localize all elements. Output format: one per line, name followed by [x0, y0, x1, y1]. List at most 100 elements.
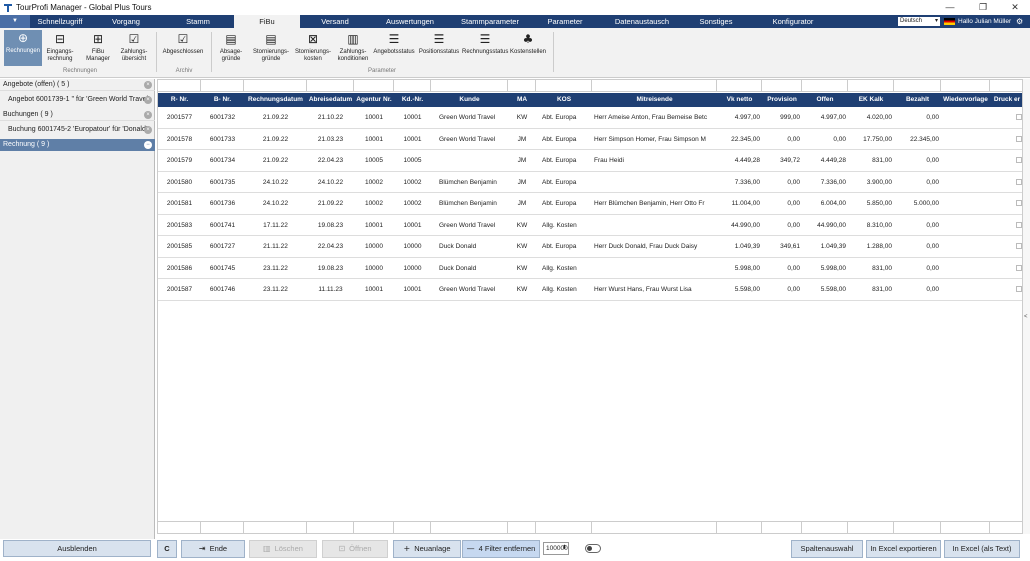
filter-cell[interactable] [592, 80, 717, 92]
menu-auswertungen[interactable]: Auswertungen [370, 15, 450, 28]
filter-cell[interactable] [431, 521, 508, 533]
column-header-ek-kalk[interactable]: EK Kalk [848, 93, 894, 107]
print-checkbox[interactable] [1016, 286, 1022, 293]
menu-parameter[interactable]: Parameter [530, 15, 600, 28]
tree-header[interactable]: Angebote (offen) ( 5 ) × [0, 79, 155, 91]
filter-cell[interactable] [307, 80, 354, 92]
column-header-vk-netto[interactable]: Vk netto [717, 93, 762, 107]
table-row[interactable]: 2001586 6001745 23.11.22 19.08.23 10000 10000… [158, 258, 1022, 279]
ribbon-stornierungs-gründe-button[interactable]: ▤ Stornierungs- gründe [250, 31, 292, 71]
menu-fibu[interactable]: FiBu [234, 15, 300, 28]
filter-cell[interactable] [717, 80, 762, 92]
column-header-provision[interactable]: Provision [762, 93, 802, 107]
ribbon-abgeschlossen-button[interactable]: ☑ Abgeschlossen [160, 31, 206, 71]
close-button[interactable]: ✕ [1000, 0, 1030, 15]
filter-cell[interactable] [762, 80, 802, 92]
column-select-button[interactable]: Spaltenauswahl [791, 540, 863, 558]
filter-cell[interactable] [244, 521, 307, 533]
filter-cell[interactable] [990, 80, 1022, 92]
print-checkbox[interactable] [1016, 264, 1022, 271]
ribbon-fibumanager-button[interactable]: ⊞ FiBu Manager [80, 31, 116, 71]
column-header-wiedervorlage[interactable]: Wiedervorlage [941, 93, 990, 107]
excel-text-button[interactable]: In Excel (als Text) [944, 540, 1020, 558]
column-header-offen[interactable]: Offen [802, 93, 848, 107]
filter-cell[interactable] [592, 521, 717, 533]
excel-export-button[interactable]: In Excel exportieren [866, 540, 941, 558]
restore-button[interactable]: ❐ [968, 0, 998, 15]
filter-cell[interactable] [508, 80, 536, 92]
end-button[interactable]: ⇥ Ende [181, 540, 245, 558]
filter-cell[interactable] [536, 521, 592, 533]
open-button[interactable]: ⊡ Öffnen [322, 540, 388, 558]
table-row[interactable]: 2001583 6001741 17.11.22 19.08.23 10001 10001… [158, 215, 1022, 236]
menu-schnellzugriff[interactable]: Schnellzugriff [30, 15, 90, 28]
print-checkbox[interactable] [1016, 221, 1022, 228]
menu-konfigurator[interactable]: Konfigurator [748, 15, 838, 28]
quick-menu-dropdown[interactable]: ▼ [0, 15, 30, 28]
filter-cell[interactable] [941, 80, 990, 92]
close-icon[interactable]: − [144, 141, 152, 149]
filter-cell[interactable] [201, 521, 244, 533]
close-icon[interactable]: × [144, 126, 152, 134]
column-header-kunde[interactable]: Kunde [431, 93, 508, 107]
ribbon-rechnungen-button[interactable]: ⊕ Rechnungen [4, 30, 42, 66]
column-header-r-nr[interactable]: R- Nr. [158, 93, 201, 107]
print-checkbox[interactable] [1016, 157, 1022, 164]
column-header-bezahlt[interactable]: Bezahlt [894, 93, 941, 107]
hide-panel-button[interactable]: Ausblenden [3, 540, 151, 557]
filter-cell[interactable] [941, 521, 990, 533]
filter-cell[interactable] [848, 80, 894, 92]
filter-cell[interactable] [244, 80, 307, 92]
ribbon-absage-gründe-button[interactable]: ▤ Absage- gründe [216, 31, 246, 71]
column-header-b-nr[interactable]: B- Nr. [201, 93, 244, 107]
column-header-druck-er[interactable]: Druck er [990, 93, 1022, 107]
filter-cell[interactable] [802, 521, 848, 533]
filter-cell[interactable] [762, 521, 802, 533]
table-row[interactable]: 2001585 6001727 21.11.22 22.04.23 10000 10000… [158, 236, 1022, 258]
table-row[interactable]: 2001577 6001732 21.09.22 21.10.22 10001 10001… [158, 107, 1022, 129]
print-checkbox[interactable] [1016, 178, 1022, 185]
menu-datenaustausch[interactable]: Datenaustausch [600, 15, 684, 28]
tree-header[interactable]: Buchungen ( 9 ) × [0, 109, 155, 121]
ribbon-positionsstatus-button[interactable]: ☰ Positionsstatus [416, 31, 462, 71]
filter-cell[interactable] [848, 521, 894, 533]
menu-versand[interactable]: Versand [300, 15, 370, 28]
tree-item[interactable]: Angebot 6001739-1 '' für 'Green World Tr… [0, 94, 155, 106]
close-icon[interactable]: × [144, 81, 152, 89]
filter-cell[interactable] [394, 80, 431, 92]
table-row[interactable]: 2001587 6001746 23.11.22 11.11.23 10001 10001… [158, 279, 1022, 301]
print-checkbox[interactable] [1016, 200, 1022, 207]
column-header-abreisedatum[interactable]: Abreisedatum [307, 93, 354, 107]
filter-cell[interactable] [158, 80, 201, 92]
filter-cell[interactable] [431, 80, 508, 92]
ribbon-zahlungs-übersicht-button[interactable]: ☑ Zahlungs- übersicht [116, 31, 152, 71]
ribbon-zahlungs-konditionen-button[interactable]: ▥ Zahlungs- konditionen [334, 31, 372, 71]
minimize-button[interactable]: — [935, 0, 965, 15]
filter-cell[interactable] [508, 521, 536, 533]
filter-cell[interactable] [894, 521, 941, 533]
ribbon-stornierungs-kosten-button[interactable]: ⊠ Stornierungs- kosten [293, 31, 333, 71]
zoom-stepper[interactable]: 100000 [543, 542, 569, 555]
filter-cell[interactable] [894, 80, 941, 92]
filter-cell[interactable] [354, 80, 394, 92]
column-header-mitreisende[interactable]: Mitreisende [592, 93, 717, 107]
table-row[interactable]: 2001579 6001734 21.09.22 22.04.23 10005 10005… [158, 150, 1022, 172]
ribbon-angebotsstatus-button[interactable]: ☰ Angebotsstatus [372, 31, 416, 71]
ribbon-kostenstellen-button[interactable]: ♣ Kostenstellen [508, 31, 548, 71]
ribbon-eingangs-rechnung-button[interactable]: ⊟ Eingangs- rechnung [44, 31, 76, 71]
remove-filters-button[interactable]: —4 Filter entfernen [462, 540, 540, 558]
menu-stamm[interactable]: Stamm [162, 15, 234, 28]
column-header-kd-nr[interactable]: Kd.-Nr. [394, 93, 431, 107]
filter-cell[interactable] [802, 80, 848, 92]
table-row[interactable]: 2001578 6001733 21.09.22 21.03.23 10001 10001… [158, 129, 1022, 150]
tree-item[interactable]: Buchung 6001745-2 'Europatour' für 'Dona… [0, 124, 155, 136]
menu-vorgang[interactable]: Vorgang [90, 15, 162, 28]
close-icon[interactable]: × [144, 96, 152, 104]
delete-button[interactable]: ▥ Löschen [249, 540, 317, 558]
table-row[interactable]: 2001581 6001736 24.10.22 21.09.22 10002 10002… [158, 193, 1022, 215]
menu-stammparameter[interactable]: Stammparameter [450, 15, 530, 28]
print-checkbox[interactable] [1016, 243, 1022, 250]
filter-cell[interactable] [990, 521, 1022, 533]
filter-cell[interactable] [201, 80, 244, 92]
filter-cell[interactable] [717, 521, 762, 533]
